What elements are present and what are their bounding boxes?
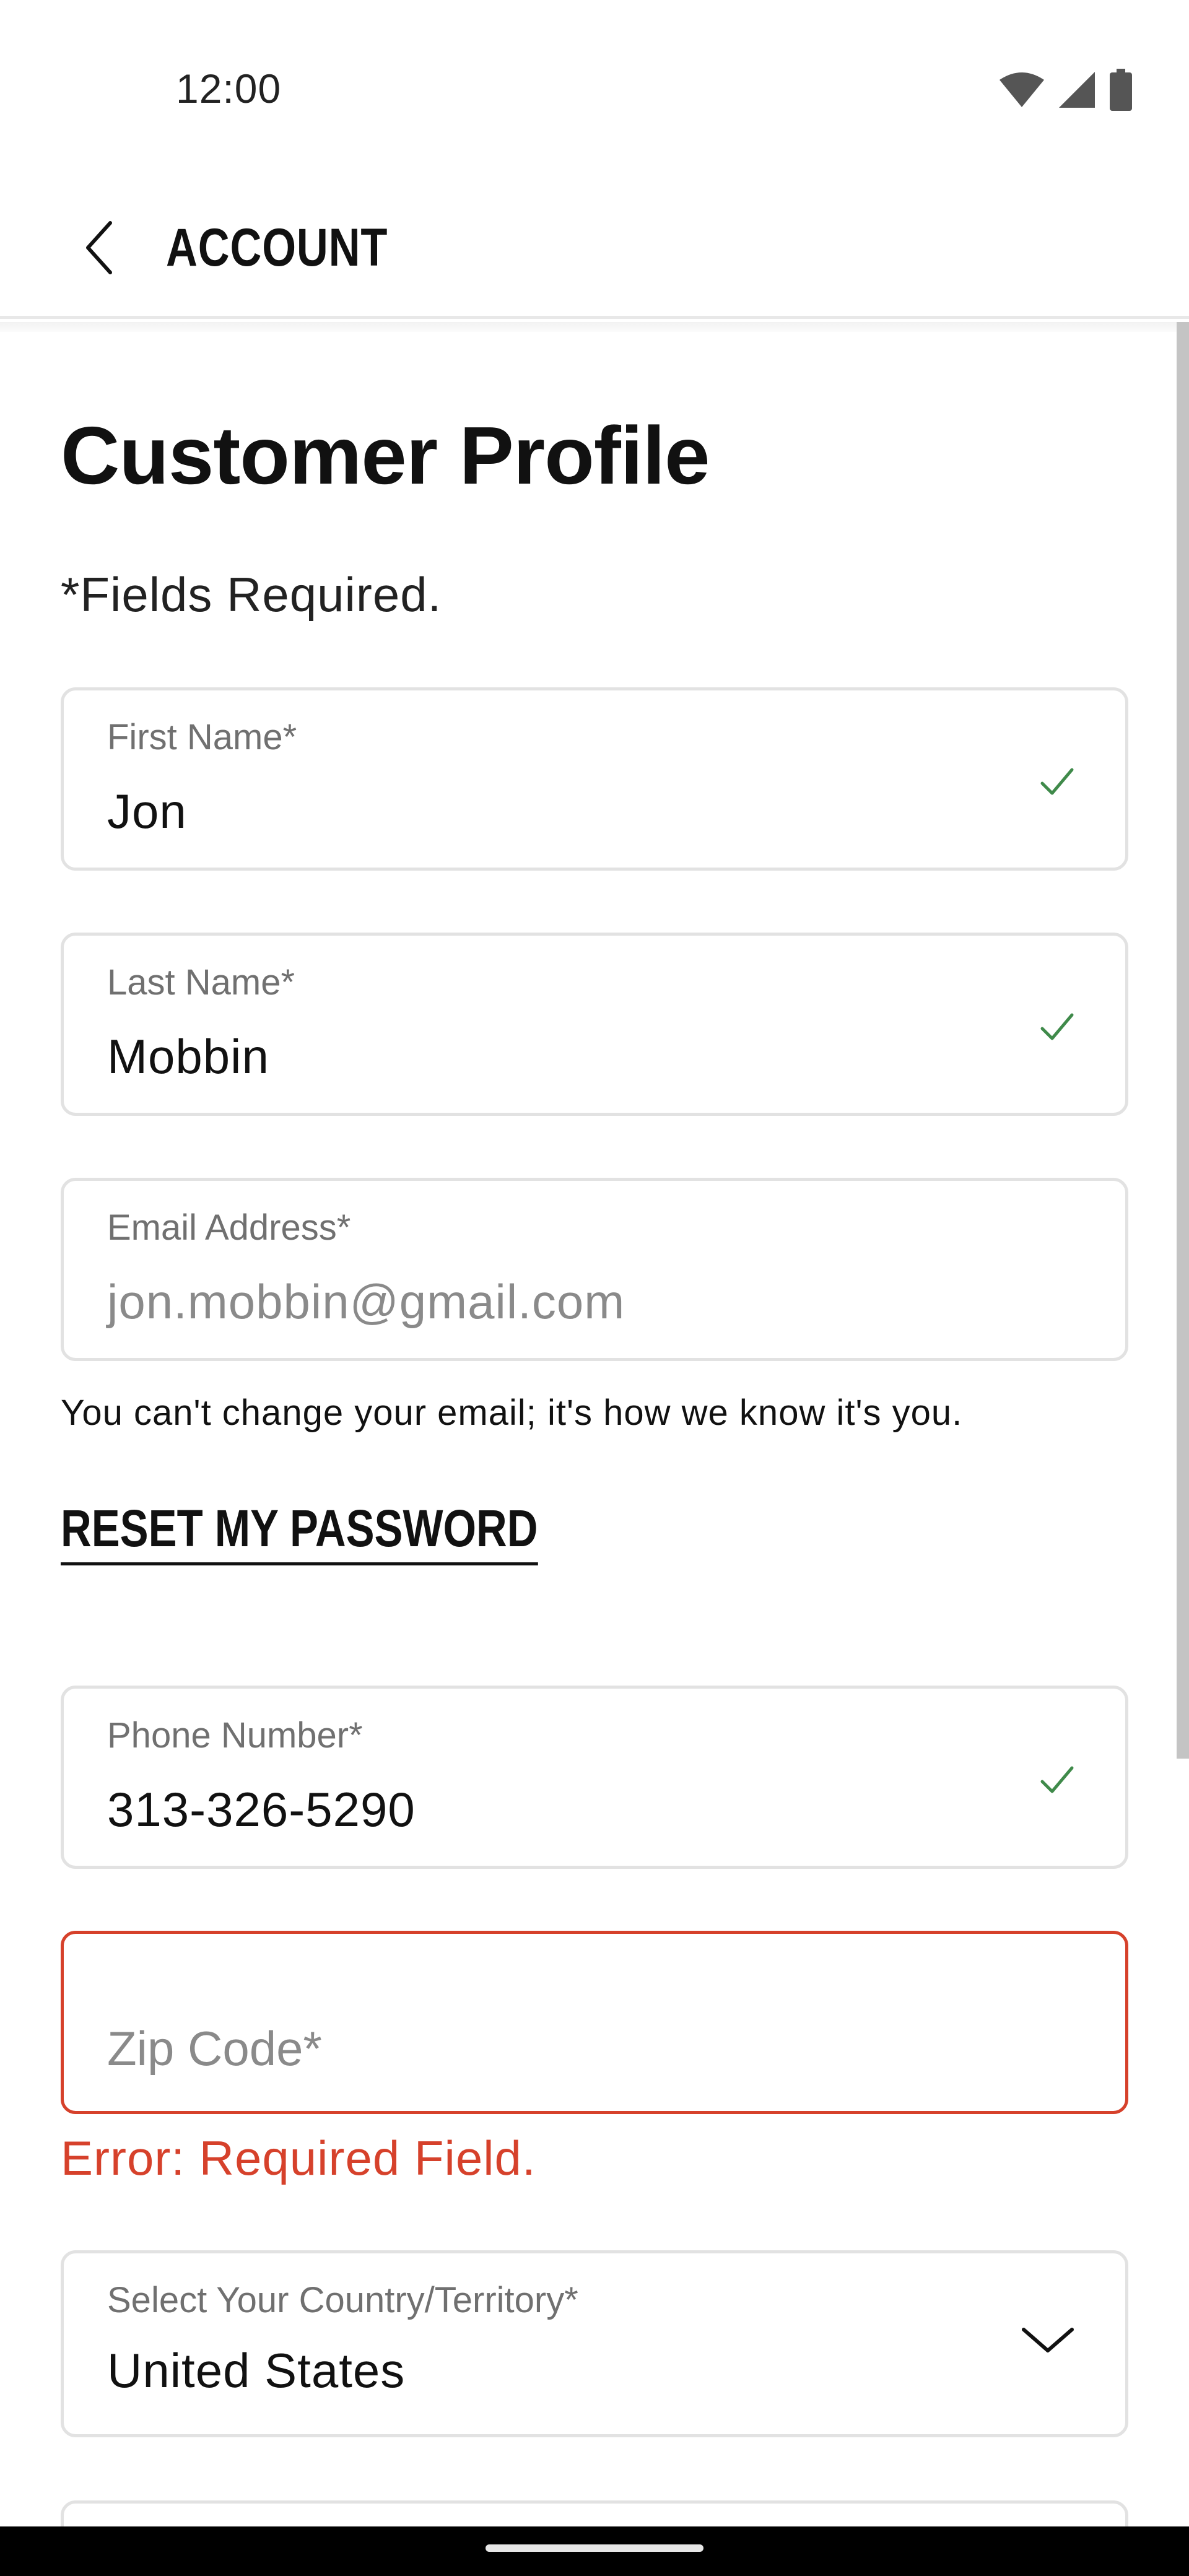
app-bar-divider bbox=[0, 322, 1177, 332]
country-select[interactable]: Select Your Country/Territory* United St… bbox=[61, 2250, 1128, 2437]
phone-value: 313-326-5290 bbox=[107, 1782, 416, 1837]
page: 12:00 ACCOUNT Customer Profile *Fields R… bbox=[0, 0, 1189, 2576]
scrollbar[interactable] bbox=[1177, 322, 1189, 1759]
phone-field[interactable]: Phone Number* 313-326-5290 bbox=[61, 1686, 1128, 1869]
page-title: Customer Profile bbox=[61, 410, 710, 501]
email-helper-text: You can't change your email; it's how we… bbox=[61, 1393, 963, 1433]
back-button[interactable] bbox=[68, 204, 130, 291]
last-name-value: Mobbin bbox=[107, 1029, 269, 1084]
last-name-field[interactable]: Last Name* Mobbin bbox=[61, 933, 1128, 1116]
email-value: jon.mobbin@gmail.com bbox=[107, 1274, 625, 1329]
status-bar: 12:00 bbox=[0, 0, 1189, 180]
app-bar-title: ACCOUNT bbox=[166, 217, 388, 277]
zip-code-field[interactable]: Zip Code* bbox=[61, 1931, 1128, 2114]
zip-code-placeholder: Zip Code* bbox=[107, 2021, 322, 2076]
checkmark-icon bbox=[1040, 1013, 1074, 1040]
last-name-label: Last Name* bbox=[107, 962, 295, 1003]
country-value: United States bbox=[107, 2343, 406, 2398]
chevron-left-icon bbox=[86, 221, 112, 274]
status-time: 12:00 bbox=[176, 66, 282, 111]
signal-icon bbox=[1059, 72, 1095, 108]
status-icons bbox=[998, 68, 1133, 111]
home-indicator[interactable] bbox=[486, 2544, 703, 2552]
first-name-field[interactable]: First Name* Jon bbox=[61, 687, 1128, 871]
checkmark-icon bbox=[1040, 1766, 1074, 1793]
navigation-bar bbox=[0, 2526, 1189, 2576]
chevron-down-icon bbox=[1022, 2328, 1074, 2352]
country-label: Select Your Country/Territory* bbox=[107, 2280, 578, 2320]
first-name-value: Jon bbox=[107, 784, 187, 838]
wifi-icon bbox=[1000, 72, 1044, 107]
email-field[interactable]: Email Address* jon.mobbin@gmail.com bbox=[61, 1178, 1128, 1361]
app-bar: ACCOUNT bbox=[0, 180, 1189, 319]
first-name-label: First Name* bbox=[107, 717, 297, 757]
required-fields-note: *Fields Required. bbox=[61, 567, 442, 622]
phone-label: Phone Number* bbox=[107, 1715, 363, 1756]
battery-icon bbox=[1110, 69, 1132, 111]
reset-password-link[interactable]: RESET MY PASSWORD bbox=[61, 1499, 538, 1565]
zip-code-error: Error: Required Field. bbox=[61, 2131, 536, 2185]
email-label: Email Address* bbox=[107, 1208, 351, 1248]
checkmark-icon bbox=[1040, 768, 1074, 795]
